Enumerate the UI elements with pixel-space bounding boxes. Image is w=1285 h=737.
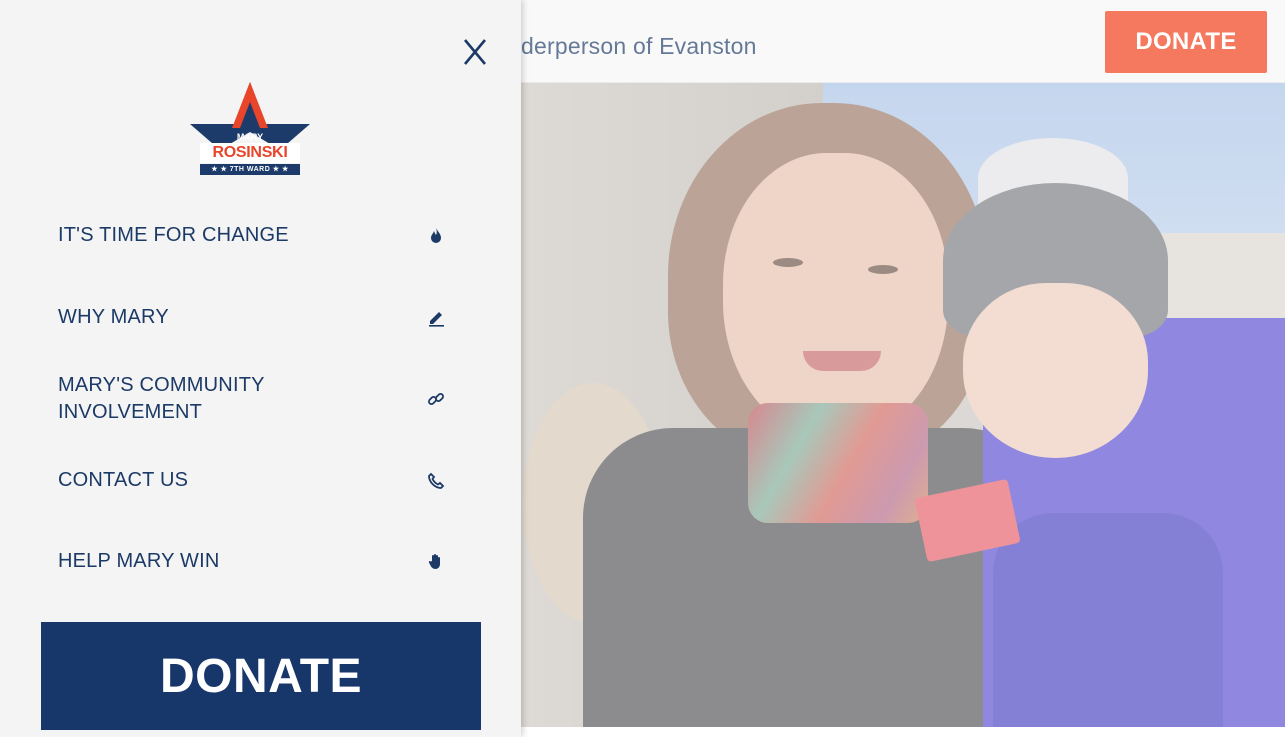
menu-donate-button[interactable]: DONATE — [41, 622, 481, 730]
logo-last-name: ROSINSKI — [200, 143, 300, 163]
menu-item-label: WHY MARY — [58, 306, 169, 328]
menu-item-label: HELP MARY WIN — [58, 550, 220, 572]
hand-icon — [426, 552, 446, 572]
menu-item-contact-us[interactable]: CONTACT US — [58, 467, 458, 494]
menu-item-help-mary-win[interactable]: HELP MARY WIN — [58, 548, 458, 575]
menu-item-why-mary[interactable]: WHY MARY — [58, 304, 458, 331]
phone-icon — [426, 471, 446, 491]
menu-item-label: CONTACT US — [58, 469, 189, 491]
menu-item-time-for-change[interactable]: IT'S TIME FOR CHANGE — [58, 222, 458, 249]
fire-icon — [426, 226, 446, 246]
menu-item-label: IT'S TIME FOR CHANGE — [58, 224, 289, 246]
close-icon — [464, 39, 486, 65]
campaign-logo[interactable]: MARY ROSINSKI ★ ★ 7TH WARD ★ ★ — [188, 80, 312, 178]
link-icon — [426, 389, 446, 409]
close-menu-button[interactable] — [455, 32, 495, 72]
pencil-icon — [426, 308, 446, 328]
side-menu: MARY ROSINSKI ★ ★ 7TH WARD ★ ★ IT'S TIME… — [0, 0, 521, 737]
logo-ward: ★ ★ 7TH WARD ★ ★ — [200, 164, 300, 175]
logo-first-name: MARY — [236, 132, 264, 142]
menu-item-label: MARY'S COMMUNITY INVOLVEMENT — [58, 374, 265, 423]
menu-item-community-involvement[interactable]: MARY'S COMMUNITY INVOLVEMENT — [58, 372, 458, 426]
